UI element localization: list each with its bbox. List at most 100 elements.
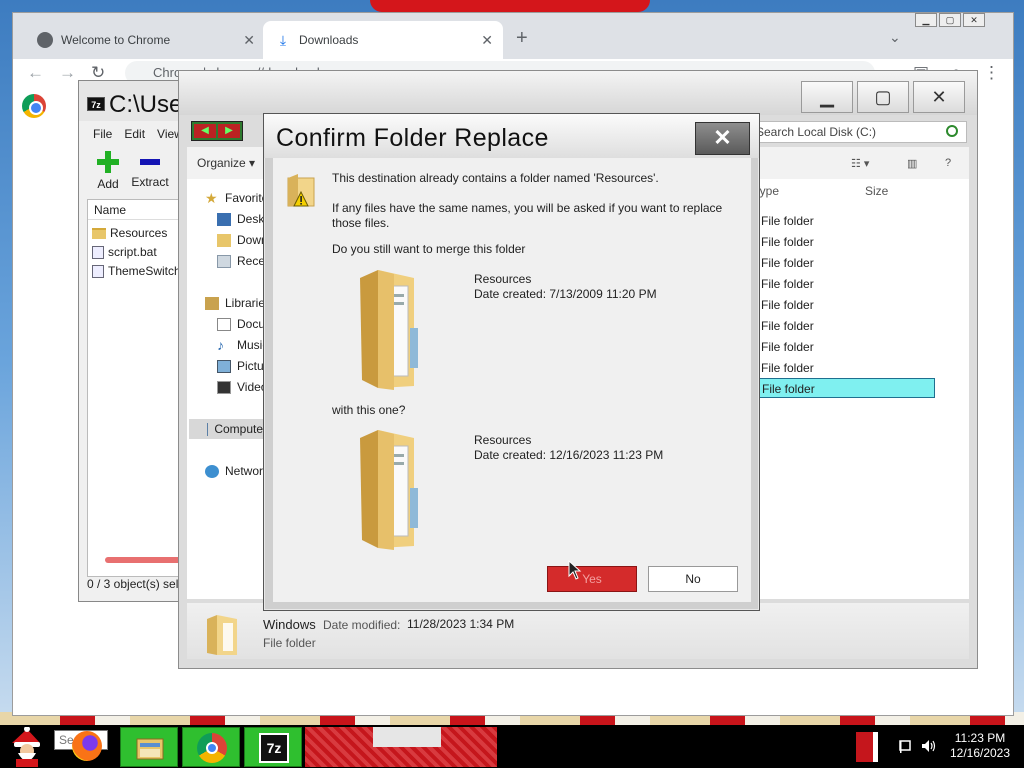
maximize-button[interactable]: ▢	[857, 81, 909, 113]
back-arrow-icon[interactable]: ←	[27, 63, 44, 83]
new-tab-button[interactable]: +	[516, 27, 528, 50]
star-icon: ★	[205, 189, 218, 206]
forward-arrow-icon[interactable]: →	[59, 63, 76, 83]
close-tab-icon[interactable]: ✕	[243, 32, 255, 49]
help-icon[interactable]: ?	[945, 157, 951, 169]
file-row[interactable]: File folder	[759, 274, 935, 294]
taskbar-7zip[interactable]: 7z	[244, 727, 302, 767]
with-label: with this one?	[332, 403, 406, 417]
back-arrow-icon[interactable]: ◀	[194, 124, 216, 138]
status-bar: 0 / 3 object(s) selected	[87, 577, 187, 591]
file-row[interactable]: File folder	[759, 316, 935, 336]
nav-label: Computer	[214, 422, 267, 436]
nav-music[interactable]: ♪ Music	[217, 336, 268, 353]
taskbar-file-explorer[interactable]	[120, 727, 178, 767]
close-tab-icon[interactable]: ✕	[481, 32, 493, 49]
item-label: Resources	[110, 226, 168, 240]
clock-date: 12/16/2023	[949, 746, 1011, 760]
taskbar-clock[interactable]: 11:23 PM 12/16/2023	[942, 731, 1018, 761]
warning-folder-icon	[287, 174, 315, 207]
wallpaper-decoration	[370, 0, 650, 12]
taskbar-blank-button[interactable]	[373, 727, 441, 747]
yes-button[interactable]: Yes	[547, 566, 637, 592]
tab-downloads[interactable]: ⤓ Downloads ✕	[263, 21, 503, 59]
column-header-name[interactable]: Name	[88, 200, 187, 220]
file-row[interactable]: File folder	[759, 358, 935, 378]
chrome-logo-icon	[22, 94, 46, 118]
details-name: Windows	[263, 617, 316, 632]
file-row[interactable]: File folder	[759, 337, 935, 357]
file-icon	[92, 264, 104, 278]
firefox-icon[interactable]	[72, 731, 102, 761]
column-header-size[interactable]: Size	[865, 184, 888, 198]
plus-icon	[97, 151, 119, 173]
dialog-close-button[interactable]: ✕	[695, 122, 750, 155]
nav-computer[interactable]: Computer	[189, 419, 267, 439]
preview-pane-icon[interactable]: ▥	[907, 157, 917, 170]
menu-dots-icon[interactable]: ⋮	[983, 63, 1000, 83]
7zip-icon: 7z	[87, 97, 105, 111]
file-row[interactable]: File folder	[759, 211, 935, 231]
music-icon: ♪	[217, 336, 224, 353]
add-button[interactable]: Add	[85, 151, 131, 191]
volume-icon[interactable]	[920, 738, 936, 754]
taskbar-chrome[interactable]	[182, 727, 240, 767]
merge-question: Do you still want to merge this folder	[332, 242, 526, 256]
file-row[interactable]: File folder	[759, 295, 935, 315]
minimize-button[interactable]: ▁	[915, 13, 937, 27]
search-placeholder: Search Local Disk (C:)	[756, 125, 877, 139]
desktop-icon	[217, 212, 231, 226]
second-folder-date: Date created: 12/16/2023 11:23 PM	[474, 448, 664, 462]
downloads-folder-icon	[217, 233, 231, 247]
close-button[interactable]: ✕	[963, 13, 985, 27]
documents-icon	[217, 317, 231, 331]
chrome-window-controls: ▁ ▢ ✕	[915, 13, 985, 33]
menu-file[interactable]: File	[93, 127, 112, 141]
list-item[interactable]: ThemeSwitch	[92, 262, 181, 280]
folder-icon	[360, 270, 418, 390]
pictures-icon	[217, 359, 231, 373]
minimize-button[interactable]: ▁	[801, 81, 853, 113]
details-modified-value: 11/28/2023 1:34 PM	[407, 617, 515, 631]
extract-button[interactable]: Extract	[127, 151, 173, 189]
tab-label: Welcome to Chrome	[61, 33, 171, 47]
message-line2-cont: those files.	[332, 216, 390, 230]
forward-arrow-icon[interactable]: ▶	[218, 124, 240, 138]
close-button[interactable]: ✕	[913, 81, 965, 113]
item-label: script.bat	[108, 245, 157, 259]
message-line1: This destination already contains a fold…	[332, 171, 659, 185]
7zip-window: 7z C:\Use File Edit View Add Extract Nam…	[78, 80, 188, 602]
file-row[interactable]: File folder	[759, 253, 935, 273]
download-icon: ⤓	[279, 32, 287, 48]
file-row-selected[interactable]: File folder	[759, 378, 935, 398]
details-modified-label: Date modified:	[323, 618, 401, 632]
list-item[interactable]: script.bat	[92, 243, 157, 261]
first-folder-date: Date created: 7/13/2009 11:20 PM	[474, 287, 657, 301]
script-file-icon	[92, 245, 104, 259]
nav-network[interactable]: Network	[205, 464, 269, 478]
file-explorer-icon	[136, 738, 164, 760]
menu-edit[interactable]: Edit	[124, 127, 145, 141]
horizontal-scrollbar[interactable]	[105, 557, 185, 563]
videos-icon	[217, 380, 231, 394]
search-icon[interactable]	[946, 125, 958, 137]
extract-label: Extract	[131, 175, 169, 189]
maximize-button[interactable]: ▢	[939, 13, 961, 27]
confirm-folder-replace-dialog: Confirm Folder Replace ✕ This destinatio…	[263, 113, 760, 611]
clock-time: 11:23 PM	[954, 731, 1006, 745]
organize-button[interactable]: Organize ▾	[197, 156, 255, 170]
search-box[interactable]: Search Local Disk (C:)	[749, 121, 967, 143]
view-options-icon[interactable]: ☷ ▾	[851, 157, 869, 170]
no-button[interactable]: No	[648, 566, 738, 592]
add-label: Add	[97, 177, 119, 191]
file-row[interactable]: File folder	[759, 232, 935, 252]
message-line2: If any files have the same names, you wi…	[332, 201, 723, 215]
nav-libraries[interactable]: Libraries	[205, 296, 271, 310]
list-item[interactable]: Resources	[92, 224, 167, 242]
start-button-santa-icon[interactable]	[2, 727, 52, 767]
recent-places-icon	[217, 254, 231, 268]
tab-search-chevron-icon[interactable]: ⌄	[889, 29, 901, 46]
tab-welcome[interactable]: Welcome to Chrome ✕	[25, 21, 265, 59]
7zip-path-title: C:\Use	[109, 91, 183, 118]
action-center-flag-icon[interactable]	[898, 738, 914, 754]
